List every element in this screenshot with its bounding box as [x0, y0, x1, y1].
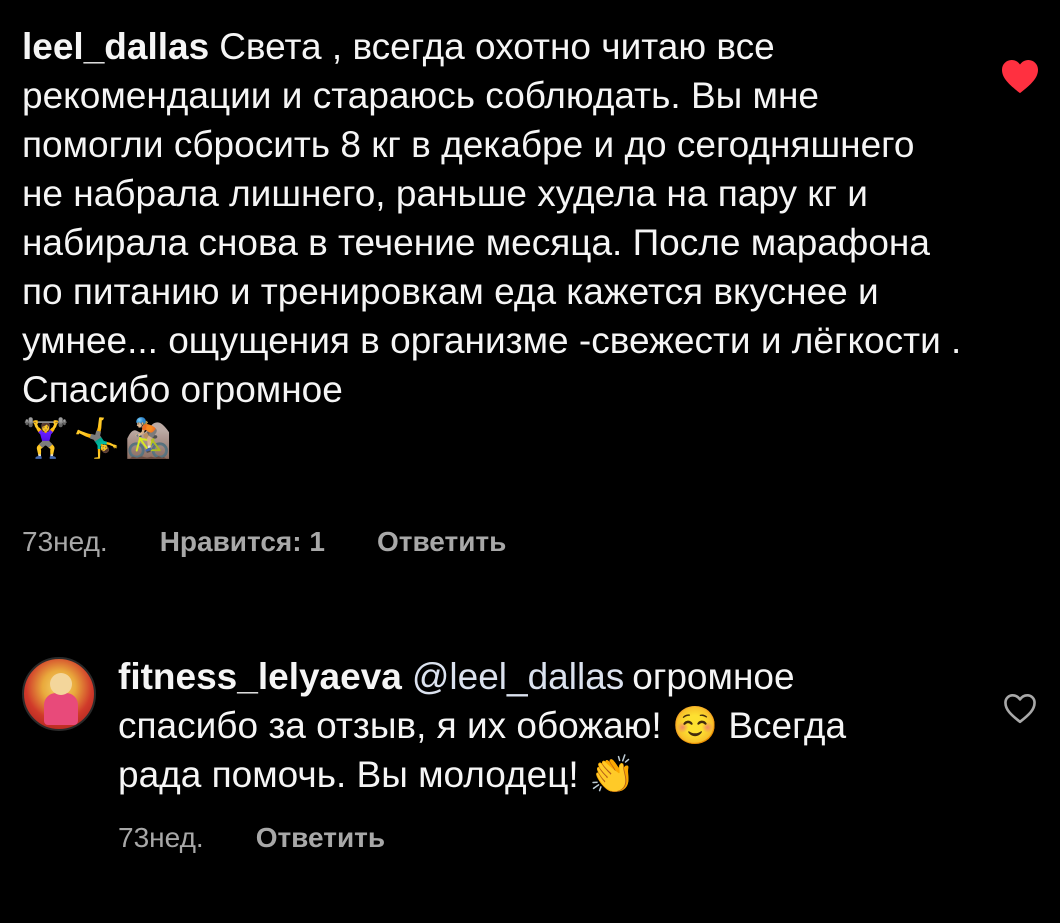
- comment-username[interactable]: fitness_lelyaeva: [118, 656, 402, 697]
- comment-meta: 73нед. Ответить: [118, 822, 437, 854]
- comment-meta: 73нед. Нравится: 1 Ответить: [22, 526, 558, 558]
- comment-body: fitness_lelyaeva @leel_dallas огромное спа…: [118, 652, 918, 799]
- comment-emojis: 🏋‍♀️🤸‍♂️🚵🏼: [22, 418, 176, 460]
- comment-text: Света , всегда охотно читаю все рекоменд…: [22, 26, 962, 410]
- avatar-figure-body: [44, 693, 78, 725]
- comment-username[interactable]: leel_dallas: [22, 26, 209, 67]
- comment-timestamp: 73нед.: [22, 526, 108, 557]
- comment-body: leel_dallas Света , всегда охотно читаю в…: [22, 22, 962, 414]
- heart-filled-icon[interactable]: [1000, 58, 1040, 94]
- heart-outline-icon[interactable]: [1002, 692, 1038, 724]
- reply-button[interactable]: Ответить: [256, 822, 385, 854]
- comment-item: leel_dallas Света , всегда охотно читаю в…: [22, 22, 962, 464]
- avatar-icon[interactable]: [22, 657, 96, 731]
- comment-timestamp: 73нед.: [118, 822, 204, 853]
- comment-item: fitness_lelyaeva @leel_dallas огромное спа…: [118, 652, 918, 799]
- reply-button[interactable]: Ответить: [377, 526, 506, 558]
- comment-likes-link[interactable]: Нравится: 1: [160, 526, 325, 558]
- avatar-figure-head: [50, 673, 72, 695]
- comment-mention[interactable]: @leel_dallas: [412, 656, 624, 697]
